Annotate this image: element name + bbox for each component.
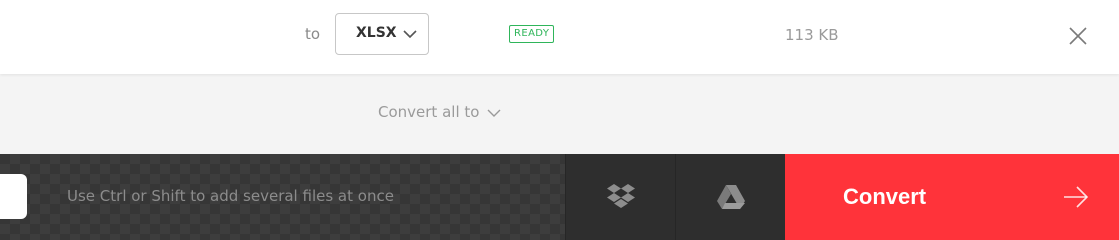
dropbox-icon	[607, 184, 635, 208]
output-format-value: XLSX	[356, 25, 397, 41]
convert-all-label: Convert all to	[378, 103, 480, 121]
arrow-right-icon	[1064, 186, 1089, 208]
chevron-down-icon	[403, 30, 417, 39]
status-badge: READY	[509, 25, 555, 43]
file-size: 113 KB	[785, 26, 839, 44]
file-row: to XLSX READY 113 KB	[0, 0, 1119, 74]
to-label: to	[305, 25, 321, 43]
chevron-down-icon	[487, 109, 501, 117]
dropbox-button[interactable]	[565, 154, 675, 240]
upload-bar: Use Ctrl or Shift to add several files a…	[0, 154, 1119, 240]
convert-label: Convert	[843, 184, 927, 209]
convert-button[interactable]: Convert	[785, 154, 1119, 240]
output-format-select[interactable]: XLSX	[335, 13, 429, 55]
multi-select-hint: Use Ctrl or Shift to add several files a…	[67, 187, 394, 205]
google-drive-button[interactable]	[675, 154, 785, 240]
google-drive-icon	[717, 185, 745, 209]
choose-files-button[interactable]	[0, 174, 27, 219]
close-icon[interactable]	[1066, 24, 1090, 48]
